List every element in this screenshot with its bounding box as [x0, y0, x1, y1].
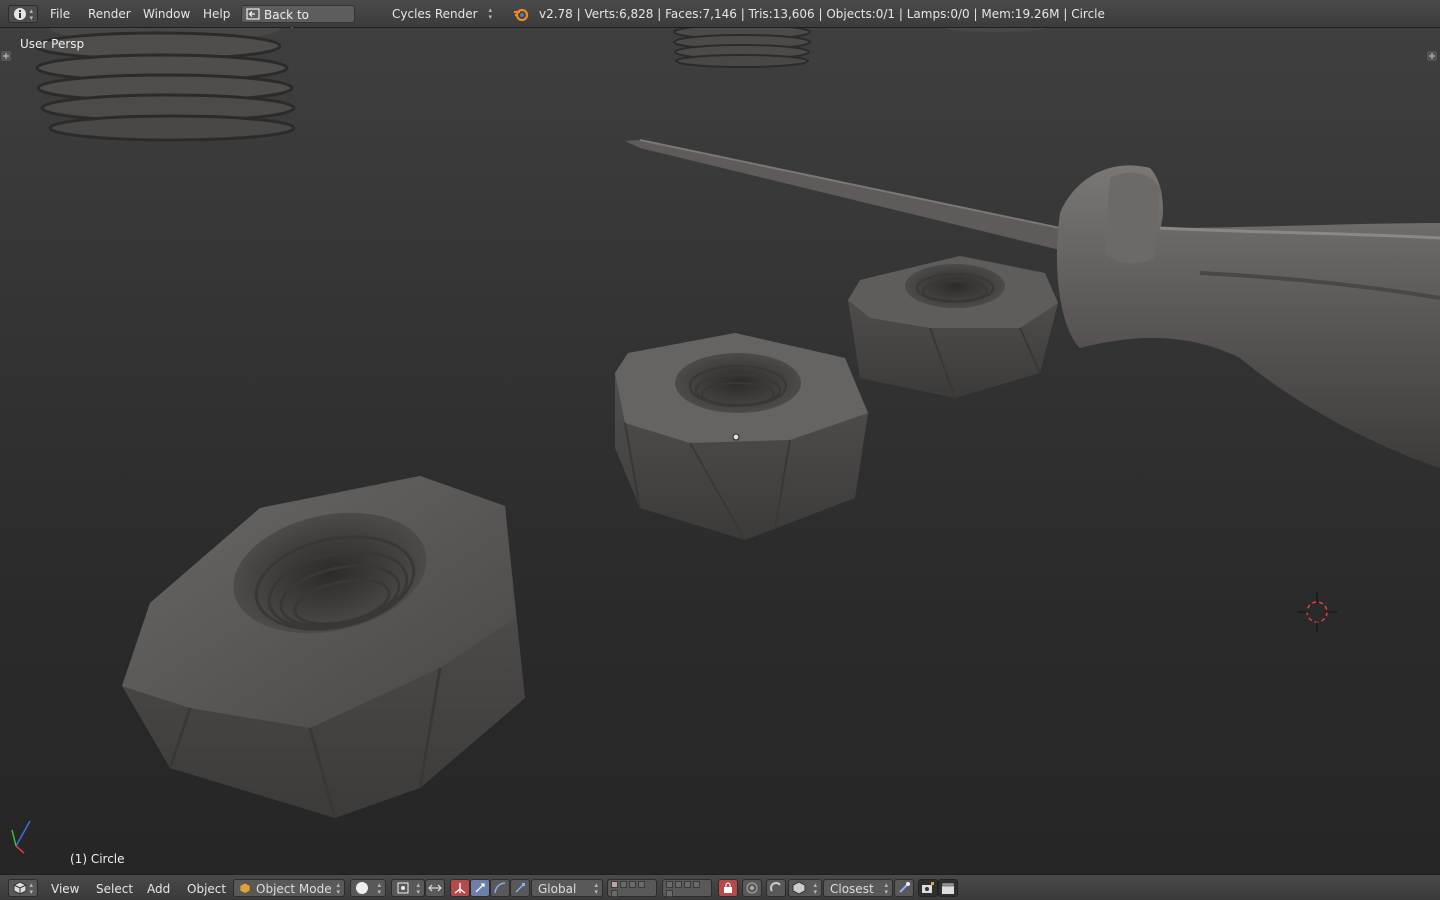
viewport-shading-selector[interactable]: ▴ ▾: [350, 879, 386, 897]
dropdown-arrows-icon: ▴ ▾: [884, 881, 888, 896]
pivot-icon: [397, 882, 409, 894]
layer-3[interactable]: [629, 881, 636, 888]
translate-manipulator-button[interactable]: [450, 879, 470, 897]
layer-1[interactable]: [611, 881, 618, 888]
hex-nut-medium: [615, 333, 868, 541]
snap-target-label: Closest: [830, 882, 874, 896]
snap-align-rotation-button[interactable]: [894, 879, 914, 897]
transform-orientation-selector[interactable]: Global ▴ ▾: [531, 879, 603, 897]
axis-gizmo-icon: [11, 820, 31, 854]
render-engine-label: Cycles Render: [392, 7, 478, 21]
back-icon: [246, 8, 260, 20]
curve-manipulator-button[interactable]: [490, 879, 510, 897]
3d-cursor-icon[interactable]: [1297, 592, 1337, 632]
info-icon: [14, 8, 26, 20]
editor-type-selector[interactable]: ▴ ▾: [8, 879, 38, 897]
hex-nut-small: [848, 256, 1058, 399]
proportional-editing-button[interactable]: [742, 879, 762, 897]
layer-10[interactable]: [666, 890, 673, 897]
menu-help[interactable]: Help: [203, 5, 230, 23]
camera-icon: [922, 882, 934, 893]
layer-7[interactable]: [675, 881, 682, 888]
manipulator-toggle[interactable]: [425, 879, 445, 897]
dropdown-arrows-icon: ▴ ▾: [488, 6, 492, 21]
snap-element-selector[interactable]: ▴ ▾: [788, 879, 822, 897]
3d-viewport[interactable]: User Persp (1) Circle: [0, 28, 1440, 874]
scene-render: [1, 28, 1440, 854]
snap-target-selector[interactable]: Closest ▴ ▾: [823, 879, 893, 897]
dropdown-arrows-icon: ▴ ▾: [416, 881, 420, 896]
layer-4[interactable]: [638, 881, 645, 888]
back-to-previous-button[interactable]: Back to Previous: [241, 5, 355, 40]
render-engine-selector[interactable]: Cycles Render ▴ ▾: [384, 5, 496, 23]
mode-selector[interactable]: Object Mode ▴ ▾: [233, 879, 345, 897]
3d-view-header: ▴ ▾ View Select Add Object Object Mode ▴ ▾…: [0, 874, 1440, 900]
magnet-icon: [770, 882, 781, 892]
opengl-render-animation-button[interactable]: [938, 879, 958, 897]
menu-file[interactable]: File: [50, 5, 70, 23]
align-rotation-icon: [899, 882, 910, 893]
scale-manipulator-button[interactable]: [510, 879, 530, 897]
dropdown-arrows-icon: ▴ ▾: [594, 881, 598, 896]
orientation-label: Global: [538, 882, 577, 896]
dropdown-arrows-icon: ▴ ▾: [29, 881, 33, 896]
scene-layers-group-2[interactable]: [662, 879, 712, 897]
proportional-edit-icon: [746, 882, 758, 894]
layer-2[interactable]: [620, 881, 627, 888]
manipulator-icon: [428, 884, 442, 892]
region-toggle-right-icon[interactable]: [1427, 51, 1437, 61]
3d-view-icon: [13, 881, 27, 895]
blender-logo-icon: [514, 8, 529, 22]
hex-nut-large: [122, 476, 525, 819]
info-header: ▴▾ File Render Window Help Back to Previ…: [0, 0, 1440, 40]
rotate-icon: [475, 883, 485, 893]
menu-render[interactable]: Render: [88, 5, 131, 23]
lock-icon: [724, 882, 732, 893]
menu-select[interactable]: Select: [96, 881, 133, 897]
scene-statistics: v2.78 | Verts:6,828 | Faces:7,146 | Tris…: [539, 7, 1105, 21]
mode-label: Object Mode: [256, 882, 332, 896]
layer-8[interactable]: [684, 881, 691, 888]
scene-layers-group-1[interactable]: [607, 879, 657, 897]
layer-5[interactable]: [611, 890, 618, 897]
lock-layers-button[interactable]: [718, 879, 738, 897]
opengl-render-image-button[interactable]: [918, 879, 938, 897]
rotate-manipulator-button[interactable]: [470, 879, 490, 897]
menu-view[interactable]: View: [51, 881, 79, 897]
dropdown-arrows-icon: ▴ ▾: [29, 7, 33, 22]
translate-icon: [454, 883, 466, 894]
region-toggle-left-icon[interactable]: [1, 51, 11, 61]
layer-6[interactable]: [666, 881, 673, 888]
menu-window[interactable]: Window: [143, 5, 190, 23]
dropdown-arrows-icon: ▴ ▾: [336, 881, 340, 896]
bolt-thread-middle: [673, 28, 811, 68]
layer-9[interactable]: [693, 881, 700, 888]
dropdown-arrows-icon: ▴ ▾: [813, 881, 817, 896]
view-name-label: User Persp: [20, 37, 85, 51]
object-mode-icon: [239, 882, 251, 894]
dropdown-arrows-icon: ▴ ▾: [377, 881, 381, 896]
solid-shading-icon: [356, 882, 368, 894]
bolt-thread-right: [945, 28, 1045, 32]
clapperboard-icon: [941, 882, 955, 894]
snap-toggle-button[interactable]: [766, 879, 786, 897]
pivot-point-selector[interactable]: ▴ ▾: [391, 879, 425, 897]
menu-object[interactable]: Object: [187, 881, 226, 897]
scale-icon: [515, 883, 525, 893]
editor-type-selector[interactable]: ▴ ▾: [8, 5, 38, 23]
menu-add[interactable]: Add: [147, 881, 170, 897]
snap-volume-icon: [792, 881, 806, 895]
arc-icon: [494, 882, 506, 894]
active-object-label: (1) Circle: [70, 852, 125, 866]
